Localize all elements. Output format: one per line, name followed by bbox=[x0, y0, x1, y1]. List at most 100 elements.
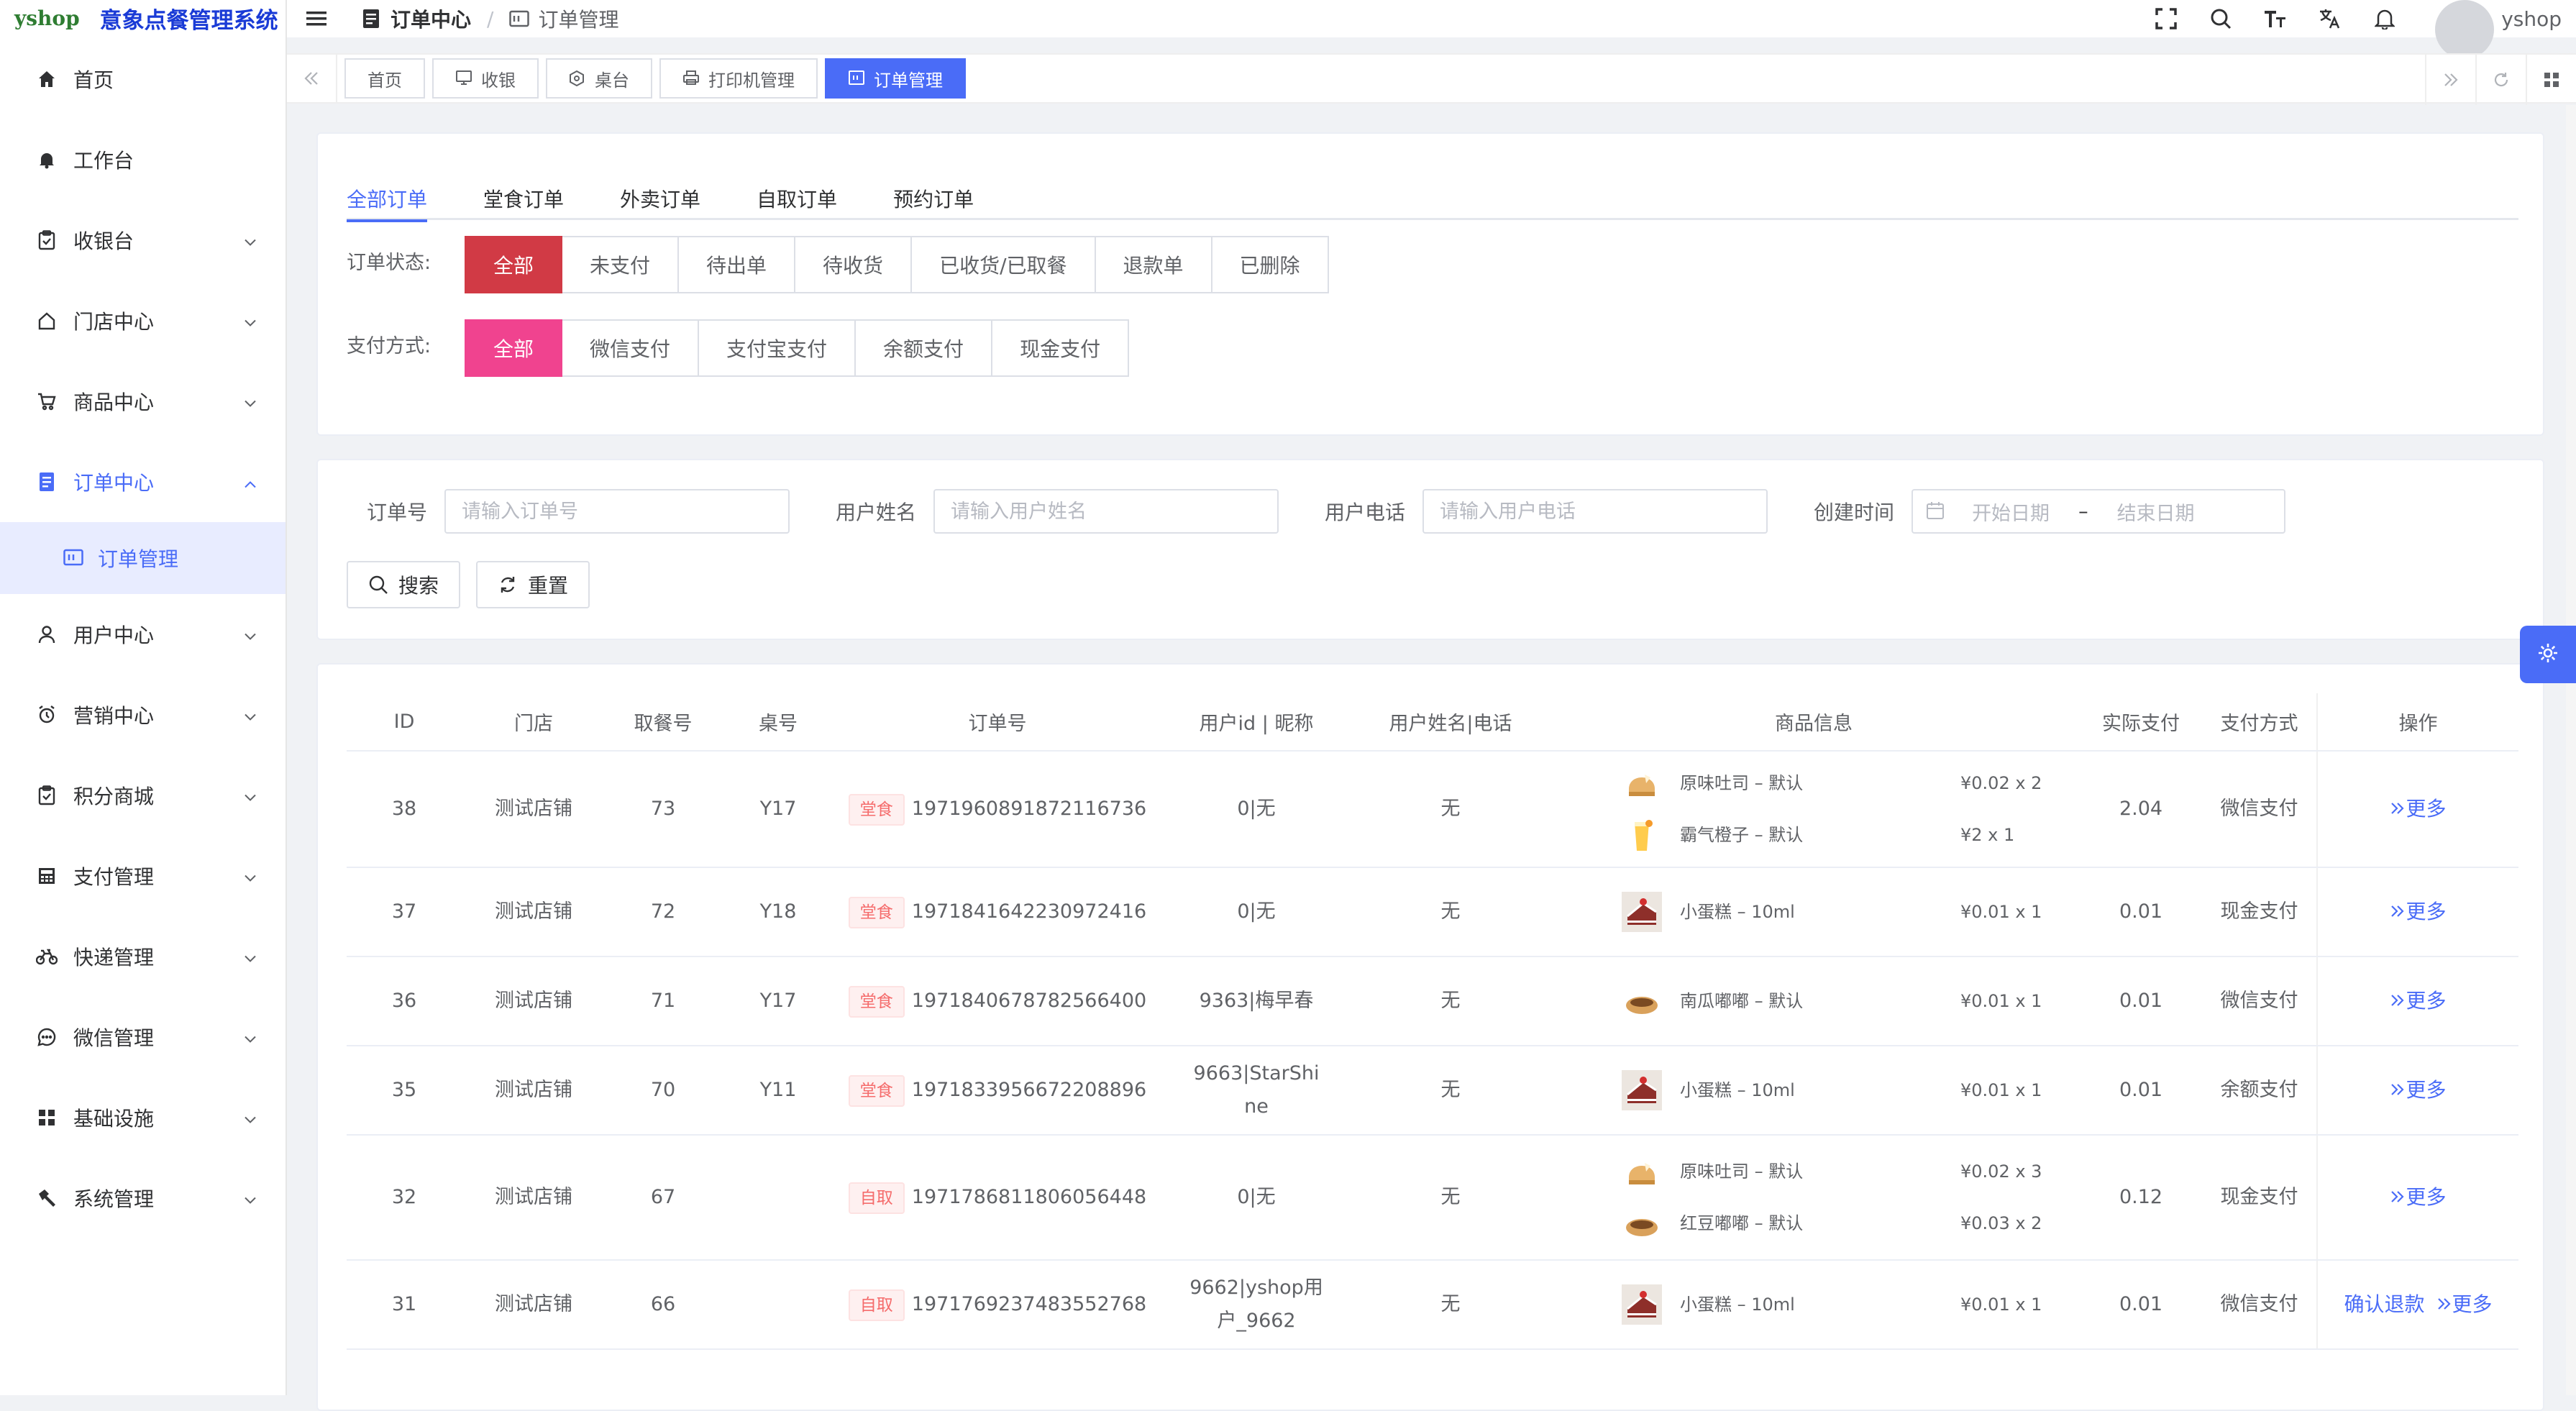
table-icon bbox=[63, 547, 85, 569]
status-filter-label: 订单状态: bbox=[347, 251, 431, 274]
pay-option-4[interactable]: 现金支付 bbox=[992, 319, 1130, 377]
sidebar-item-label: 收银台 bbox=[73, 229, 134, 253]
page-scrollbar[interactable] bbox=[2566, 105, 2576, 1395]
hamburger-icon[interactable] bbox=[304, 6, 329, 31]
sidebar-item-6[interactable]: 用户中心 bbox=[0, 594, 286, 675]
table-row[interactable]: 38 测试店铺 73 Y17 堂食 1971960891872116736 0|无无原味吐司… bbox=[347, 751, 2518, 868]
printer-icon bbox=[682, 70, 700, 87]
bell-icon[interactable] bbox=[2370, 4, 2399, 33]
order-number[interactable]: 1971833956672208896 bbox=[912, 1079, 1146, 1101]
table-row[interactable]: 37 测试店铺 72 Y18 堂食 1971841642230972416 0|无无 小蛋糕 … bbox=[347, 867, 2518, 957]
tab-printer-management[interactable]: 打印机管理 bbox=[659, 58, 818, 99]
column-header: 支付方式 bbox=[2202, 693, 2317, 752]
sidebar-item-1[interactable]: 工作台 bbox=[0, 119, 286, 200]
sidebar-item-9[interactable]: 支付管理 bbox=[0, 836, 286, 916]
sidebar-item-5[interactable]: 订单中心 bbox=[0, 442, 286, 522]
order-number[interactable]: 1971960891872116736 bbox=[912, 798, 1146, 820]
more-link[interactable]: 更多 bbox=[2390, 900, 2447, 923]
pay-option-2[interactable]: 支付宝支付 bbox=[699, 319, 857, 377]
pay-option-3[interactable]: 余额支付 bbox=[856, 319, 993, 377]
font-size-icon[interactable] bbox=[2261, 4, 2290, 33]
status-option-6[interactable]: 已删除 bbox=[1212, 236, 1329, 293]
start-date-input[interactable]: 开始日期 bbox=[1972, 498, 2050, 526]
translate-icon[interactable] bbox=[2316, 4, 2344, 33]
scroll-left-icon[interactable] bbox=[287, 53, 337, 104]
more-link[interactable]: 更多 bbox=[2390, 797, 2447, 821]
pay-option-0[interactable]: 全部 bbox=[465, 319, 563, 377]
table-row[interactable]: 32 测试店铺 67 自取 1971786811806056448 0|无无原味吐司 – … bbox=[347, 1135, 2518, 1261]
sidebar-item-8[interactable]: 积分商城 bbox=[0, 755, 286, 836]
sidebar-item-7[interactable]: 营销中心 bbox=[0, 675, 286, 755]
reset-button[interactable]: 重置 bbox=[476, 561, 590, 608]
tab-cashier[interactable]: 收银 bbox=[432, 58, 539, 99]
table-row[interactable]: 31 测试店铺 66 自取 1971769237483552768 9662|yshop用… bbox=[347, 1260, 2518, 1350]
status-option-0[interactable]: 全部 bbox=[465, 236, 563, 293]
sidebar-subitem-order-management[interactable]: 订单管理 bbox=[0, 522, 286, 594]
cell-pay-method: 微信支付 bbox=[2202, 1260, 2317, 1350]
order-number[interactable]: 1971786811806056448 bbox=[912, 1186, 1146, 1208]
order-tab-2[interactable]: 外卖订单 bbox=[620, 177, 700, 220]
status-option-2[interactable]: 待出单 bbox=[679, 236, 796, 293]
table-header: ID 门店 取餐号 桌号 订单号 用户id | 昵称 用户姓名|电话 商品信息 实际支付 支付方式… bbox=[347, 693, 2518, 752]
cell-products: 原味吐司 – 默认 ¥0.02 x 3 红豆嘟嘟 – 默认 ¥0.03 x 2 bbox=[1548, 1135, 2080, 1261]
breadcrumb-order-center[interactable]: 订单中心 bbox=[390, 4, 471, 33]
product-name: 红豆嘟嘟 – 默认 bbox=[1680, 1213, 1804, 1233]
order-number[interactable]: 1971841642230972416 bbox=[912, 900, 1146, 923]
sidebar-item-4[interactable]: 商品中心 bbox=[0, 361, 286, 442]
cell-pay-method: 现金支付 bbox=[2202, 1135, 2317, 1261]
sidebar-item-3[interactable]: 门店中心 bbox=[0, 280, 286, 361]
cell-id: 36 bbox=[347, 956, 462, 1046]
cell-store: 测试店铺 bbox=[462, 1260, 606, 1350]
status-option-3[interactable]: 待收货 bbox=[795, 236, 913, 293]
status-option-4[interactable]: 已收货/已取餐 bbox=[912, 236, 1096, 293]
order-number[interactable]: 1971769237483552768 bbox=[912, 1293, 1146, 1315]
search-button[interactable]: 搜索 bbox=[347, 561, 461, 608]
cell-pickup-number: 73 bbox=[606, 751, 721, 868]
date-range-picker[interactable]: 开始日期 – 结束日期 bbox=[1912, 489, 2286, 534]
calendar-icon bbox=[1926, 501, 1946, 521]
pay-filter-label: 支付方式: bbox=[347, 334, 431, 357]
grid-icon[interactable] bbox=[2526, 55, 2576, 105]
header: 订单中心 / 订单管理 yshop bbox=[287, 0, 2576, 59]
table-row[interactable]: 36 测试店铺 71 Y17 堂食 1971840678782566400 9363|梅早春… bbox=[347, 956, 2518, 1046]
status-option-1[interactable]: 未支付 bbox=[562, 236, 680, 293]
sidebar-item-11[interactable]: 微信管理 bbox=[0, 997, 286, 1077]
more-link[interactable]: 更多 bbox=[2390, 989, 2447, 1013]
end-date-input[interactable]: 结束日期 bbox=[2117, 498, 2195, 526]
refresh-icon[interactable] bbox=[2475, 55, 2526, 105]
more-link[interactable]: 更多 bbox=[2390, 1078, 2447, 1102]
user-name-input[interactable] bbox=[933, 489, 1279, 534]
cell-table-number: Y17 bbox=[721, 751, 836, 868]
tab-order-management[interactable]: 订单管理 bbox=[825, 58, 966, 99]
tab-home[interactable]: 首页 bbox=[344, 58, 425, 99]
user-phone-input[interactable] bbox=[1422, 489, 1768, 534]
fullscreen-icon[interactable] bbox=[2152, 4, 2180, 33]
sidebar-item-0[interactable]: 首页 bbox=[0, 39, 286, 119]
order-type-badge: 堂食 bbox=[848, 896, 905, 928]
order-tab-4[interactable]: 预约订单 bbox=[893, 177, 974, 220]
scroll-right-icon[interactable] bbox=[2425, 55, 2475, 105]
sidebar-item-13[interactable]: 系统管理 bbox=[0, 1158, 286, 1238]
chevron-down-icon bbox=[244, 1187, 257, 1210]
order-tab-3[interactable]: 自取订单 bbox=[757, 177, 837, 220]
sidebar-item-2[interactable]: 收银台 bbox=[0, 200, 286, 280]
sidebar-item-10[interactable]: 快递管理 bbox=[0, 916, 286, 997]
sidebar-item-12[interactable]: 基础设施 bbox=[0, 1077, 286, 1158]
logo[interactable]: yshop 意象点餐管理系统 bbox=[0, 0, 286, 36]
tab-table[interactable]: 桌台 bbox=[546, 58, 652, 99]
search-icon[interactable] bbox=[2206, 4, 2235, 33]
settings-float-button[interactable] bbox=[2520, 626, 2576, 683]
status-option-5[interactable]: 退款单 bbox=[1095, 236, 1212, 293]
more-link[interactable]: 更多 bbox=[2436, 1292, 2493, 1316]
username[interactable]: yshop bbox=[2501, 7, 2562, 31]
more-link[interactable]: 更多 bbox=[2390, 1185, 2447, 1209]
confirm-refund-link[interactable]: 确认退款 bbox=[2344, 1292, 2424, 1316]
pay-option-1[interactable]: 微信支付 bbox=[562, 319, 700, 377]
table-row[interactable]: 35 测试店铺 70 Y11 堂食 1971833956672208896 9663|Sta… bbox=[347, 1046, 2518, 1136]
order-no-input[interactable] bbox=[444, 489, 790, 534]
sidebar-item-label: 快递管理 bbox=[73, 946, 155, 969]
avatar[interactable] bbox=[2435, 0, 2495, 59]
order-tab-0[interactable]: 全部订单 bbox=[347, 177, 428, 222]
order-number[interactable]: 1971840678782566400 bbox=[912, 990, 1146, 1012]
order-tab-1[interactable]: 堂食订单 bbox=[483, 177, 564, 220]
